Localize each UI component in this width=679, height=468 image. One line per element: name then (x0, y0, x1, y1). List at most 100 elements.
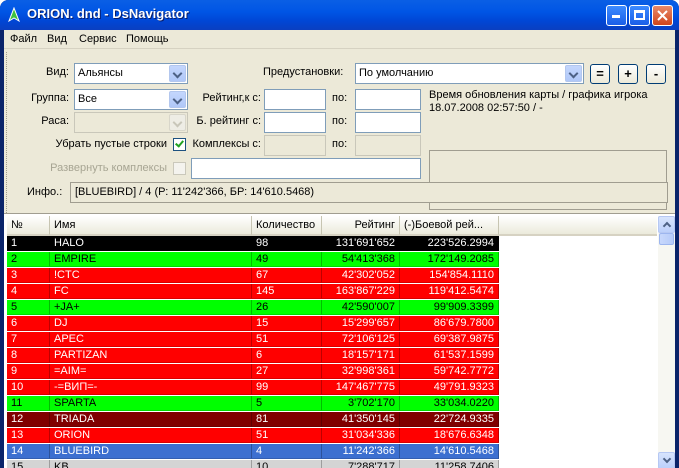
table-row[interactable]: 5 +JA+ 26 42'590'007 99'909.3399 (7, 300, 499, 315)
cell-count: 49 (252, 252, 322, 267)
table-row[interactable]: 13 ORION 51 31'034'336 18'676.6348 (7, 428, 499, 443)
check-icon (175, 138, 184, 148)
expand-complexes-input[interactable] (191, 158, 421, 179)
presets-label: Предустановки: (263, 66, 344, 78)
presets-combo[interactable]: По умолчанию (355, 63, 584, 84)
vertical-scrollbar[interactable] (658, 216, 675, 468)
col-header-rating[interactable]: Рейтинг (322, 216, 400, 236)
col-header-battle-rating[interactable]: (-)Боевой рей... (400, 216, 499, 236)
cell-number: 2 (7, 252, 50, 267)
cell-name: +JA+ (50, 300, 252, 315)
cell-battle-rating: 59'742.7772 (400, 364, 499, 379)
table-row[interactable]: 8 PARTIZAN 6 18'157'171 61'537.1599 (7, 348, 499, 363)
cell-number: 3 (7, 268, 50, 283)
cell-battle-rating: 99'909.3399 (400, 300, 499, 315)
menu-view[interactable]: Вид (47, 33, 67, 45)
menu-service[interactable]: Сервис (79, 33, 117, 45)
cell-count: 6 (252, 348, 322, 363)
app-window: ORION. dnd - DsNavigator Файл Вид Сервис… (0, 0, 679, 468)
cell-battle-rating: 154'854.1110 (400, 268, 499, 283)
cell-name: =AIM= (50, 364, 252, 379)
table-row[interactable]: 3 !CTC 67 42'302'052 154'854.1110 (7, 268, 499, 283)
group-combo[interactable]: Все (74, 89, 188, 110)
menu-file[interactable]: Файл (10, 33, 37, 45)
table-row[interactable]: 15 KB 10 7'288'717 11'258.7406 (7, 460, 499, 468)
cell-battle-rating: 22'724.9335 (400, 412, 499, 427)
close-icon (657, 10, 668, 21)
cell-name: EMPIRE (50, 252, 252, 267)
cell-rating: 54'413'368 (322, 252, 400, 267)
b-rating-to-input[interactable] (355, 112, 421, 133)
chevron-down-icon[interactable] (169, 65, 186, 82)
window-title: ORION. dnd - DsNavigator (27, 6, 189, 21)
cell-battle-rating: 69'387.9875 (400, 332, 499, 347)
cell-count: 26 (252, 300, 322, 315)
table-row[interactable]: 9 =AIM= 27 32'998'361 59'742.7772 (7, 364, 499, 379)
table-row[interactable]: 7 APEC 51 72'106'125 69'387.9875 (7, 332, 499, 347)
race-combo (74, 112, 188, 133)
group-label: Группа: (31, 92, 69, 104)
cell-battle-rating: 18'676.6348 (400, 428, 499, 443)
cell-number: 14 (7, 444, 50, 459)
col-header-empty (499, 216, 657, 236)
remove-empty-checkbox[interactable] (173, 138, 186, 151)
preset-add-button[interactable]: + (618, 64, 638, 84)
cell-rating: 32'998'361 (322, 364, 400, 379)
col-header-name[interactable]: Имя (50, 216, 252, 236)
rating-from-input[interactable] (264, 89, 326, 110)
chevron-down-icon[interactable] (565, 65, 582, 82)
view-label: Вид: (46, 66, 69, 78)
cell-battle-rating: 86'679.7800 (400, 316, 499, 331)
expand-complexes-checkbox (173, 162, 186, 175)
table-row[interactable]: 2 EMPIRE 49 54'413'368 172'149.2085 (7, 252, 499, 267)
preset-remove-button[interactable]: - (646, 64, 666, 84)
chevron-down-icon (169, 114, 186, 131)
filter-panel: Вид: Альянсы Группа: Все Раса: Убрать пу… (6, 52, 673, 235)
table-row[interactable]: 10 -=ВИП=- 99 147'467'775 49'791.9323 (7, 380, 499, 395)
cell-count: 10 (252, 460, 322, 468)
preset-save-button[interactable]: = (590, 64, 610, 84)
scroll-thumb[interactable] (659, 233, 674, 245)
cell-name: FC (50, 284, 252, 299)
cell-count: 51 (252, 428, 322, 443)
title-bar[interactable]: ORION. dnd - DsNavigator (0, 0, 679, 30)
info-box: [BLUEBIRD] / 4 (Р: 11'242'366, БР: 14'61… (70, 182, 668, 203)
cell-rating: 11'242'366 (322, 444, 400, 459)
chevron-down-icon[interactable] (169, 91, 186, 108)
b-rating-from-input[interactable] (264, 112, 326, 133)
scroll-up-icon[interactable] (658, 216, 675, 233)
table-row[interactable]: 11 SPARTA 5 3'702'170 33'034.0220 (7, 396, 499, 411)
cell-name: -=ВИП=- (50, 380, 252, 395)
cell-number: 13 (7, 428, 50, 443)
cell-battle-rating: 119'412.5474 (400, 284, 499, 299)
cell-rating: 42'590'007 (322, 300, 400, 315)
cell-count: 145 (252, 284, 322, 299)
cell-number: 1 (7, 236, 50, 251)
close-button[interactable] (652, 5, 673, 26)
client-area: Файл Вид Сервис Помощь Вид: Альянсы Груп… (4, 30, 675, 468)
cell-number: 5 (7, 300, 50, 315)
table-row[interactable]: 1 HALO 98 131'691'652 223'526.2994 (7, 236, 499, 251)
col-header-count[interactable]: Количество (252, 216, 322, 236)
rating-to-input[interactable] (355, 89, 421, 110)
expand-complexes-label: Развернуть комплексы (50, 162, 167, 174)
race-label: Раса: (41, 115, 69, 127)
view-combo[interactable]: Альянсы (74, 63, 188, 84)
col-header-number[interactable]: № (7, 216, 50, 236)
maximize-button[interactable] (629, 5, 650, 26)
menu-help[interactable]: Помощь (126, 33, 169, 45)
cell-rating: 15'299'657 (322, 316, 400, 331)
presets-value: По умолчанию (359, 67, 434, 79)
table-row[interactable]: 4 FC 145 163'867'229 119'412.5474 (7, 284, 499, 299)
cell-count: 27 (252, 364, 322, 379)
table-row[interactable]: 14 BLUEBIRD 4 11'242'366 14'610.5468 (7, 444, 499, 459)
cell-number: 12 (7, 412, 50, 427)
cell-rating: 18'157'171 (322, 348, 400, 363)
scroll-down-icon[interactable] (658, 452, 675, 468)
table-row[interactable]: 6 DJ 15 15'299'657 86'679.7800 (7, 316, 499, 331)
grid-header: № Имя Количество Рейтинг (-)Боевой рей..… (7, 216, 657, 236)
cell-count: 67 (252, 268, 322, 283)
minimize-button[interactable] (606, 5, 627, 26)
table-row[interactable]: 12 TRIADA 81 41'350'145 22'724.9335 (7, 412, 499, 427)
cell-battle-rating: 49'791.9323 (400, 380, 499, 395)
